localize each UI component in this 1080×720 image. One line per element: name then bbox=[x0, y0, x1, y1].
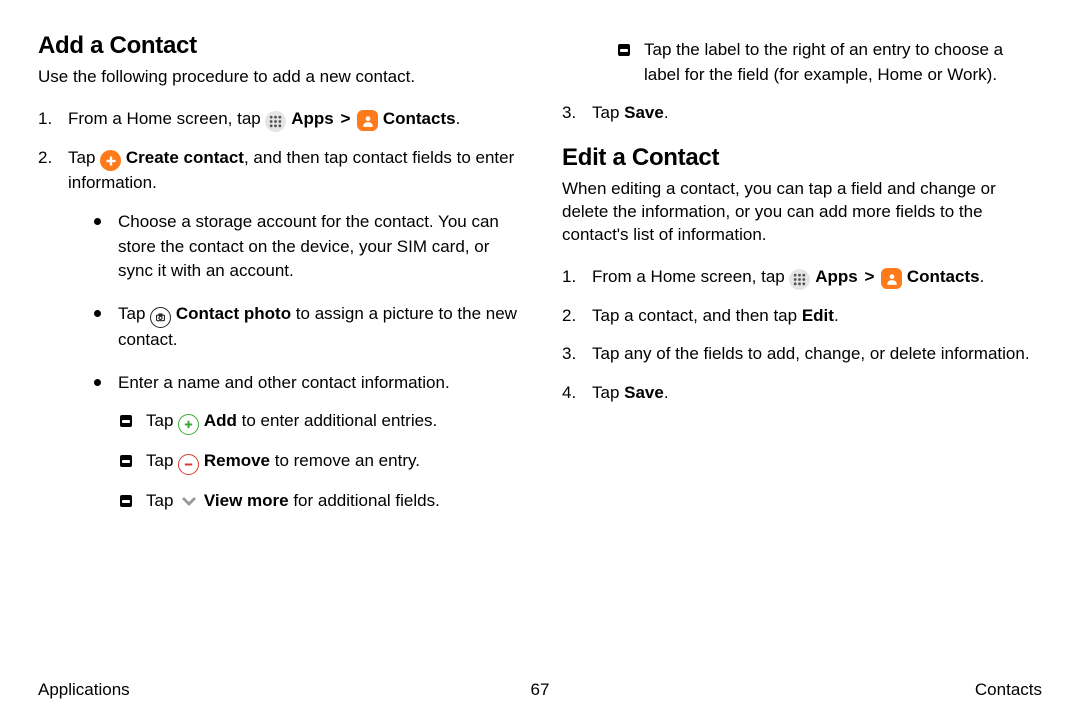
add-label: Add bbox=[204, 411, 237, 430]
step-1: From a Home screen, tap Apps > Contacts. bbox=[38, 107, 518, 132]
d3a: Tap bbox=[146, 491, 178, 510]
step-2: Tap Create contact, and then tap contact… bbox=[38, 146, 518, 514]
apps-icon bbox=[789, 269, 810, 290]
viewmore-label: View more bbox=[204, 491, 289, 510]
e1a: From a Home screen, tap bbox=[592, 267, 789, 286]
page-footer: Applications 67 Contacts bbox=[38, 680, 1042, 700]
bullet-storage: Choose a storage account for the contact… bbox=[94, 210, 518, 284]
contacts-label-2: Contacts bbox=[907, 267, 980, 286]
remove-minus-icon bbox=[178, 454, 199, 475]
heading-edit-contact: Edit a Contact bbox=[562, 144, 1042, 172]
b2a: Tap bbox=[118, 304, 150, 323]
edit-step-2: Tap a contact, and then tap Edit. bbox=[562, 304, 1042, 329]
d1a: Tap bbox=[146, 411, 178, 430]
e1p: . bbox=[980, 267, 985, 286]
apps-icon bbox=[265, 111, 286, 132]
footer-left: Applications bbox=[38, 680, 130, 700]
add-plus-icon bbox=[178, 414, 199, 435]
heading-add-contact: Add a Contact bbox=[38, 32, 518, 60]
d2a: Tap bbox=[146, 451, 178, 470]
chevron-down-icon bbox=[178, 491, 199, 512]
dash-viewmore: Tap View more for additional fields. bbox=[120, 489, 518, 514]
apps-label-2: Apps bbox=[815, 267, 858, 286]
bullet-photo: Tap Contact photo to assign a picture to… bbox=[94, 302, 518, 353]
breadcrumb-sep: > bbox=[340, 109, 350, 128]
contacts-icon bbox=[357, 110, 378, 131]
b3: Enter a name and other contact informati… bbox=[118, 373, 450, 392]
dash-add: Tap Add to enter additional entries. bbox=[120, 409, 518, 435]
camera-icon bbox=[150, 307, 171, 328]
e4p: . bbox=[664, 383, 669, 402]
bullet-name-info: Enter a name and other contact informati… bbox=[94, 371, 518, 514]
save-label-2: Save bbox=[624, 383, 664, 402]
apps-label: Apps bbox=[291, 109, 334, 128]
d3b: for additional fields. bbox=[289, 491, 440, 510]
s3a: Tap bbox=[592, 103, 624, 122]
step2-text-a: Tap bbox=[68, 148, 100, 167]
breadcrumb-sep-2: > bbox=[864, 267, 874, 286]
e4a: Tap bbox=[592, 383, 624, 402]
s3p: . bbox=[664, 103, 669, 122]
step1-text-a: From a Home screen, tap bbox=[68, 109, 265, 128]
dash-label: Tap the label to the right of an entry t… bbox=[618, 38, 1042, 87]
edit-label: Edit bbox=[802, 306, 834, 325]
footer-right: Contacts bbox=[975, 680, 1042, 700]
intro-edit: When editing a contact, you can tap a fi… bbox=[562, 178, 1042, 247]
save-label: Save bbox=[624, 103, 664, 122]
contacts-label: Contacts bbox=[383, 109, 456, 128]
edit-step-1: From a Home screen, tap Apps > Contacts. bbox=[562, 265, 1042, 290]
d1b: to enter additional entries. bbox=[237, 411, 437, 430]
create-contact-label: Create contact bbox=[126, 148, 244, 167]
e2p: . bbox=[834, 306, 839, 325]
contacts-icon bbox=[881, 268, 902, 289]
step-3: Tap Save. bbox=[562, 101, 1042, 126]
remove-label: Remove bbox=[204, 451, 270, 470]
d2b: to remove an entry. bbox=[270, 451, 420, 470]
dash-remove: Tap Remove to remove an entry. bbox=[120, 449, 518, 475]
period: . bbox=[456, 109, 461, 128]
intro-add: Use the following procedure to add a new… bbox=[38, 66, 518, 89]
e2a: Tap a contact, and then tap bbox=[592, 306, 802, 325]
contact-photo-label: Contact photo bbox=[176, 304, 291, 323]
edit-step-4: Tap Save. bbox=[562, 381, 1042, 406]
edit-step-3: Tap any of the fields to add, change, or… bbox=[562, 342, 1042, 367]
footer-center: 67 bbox=[531, 680, 550, 700]
create-plus-icon bbox=[100, 150, 121, 171]
